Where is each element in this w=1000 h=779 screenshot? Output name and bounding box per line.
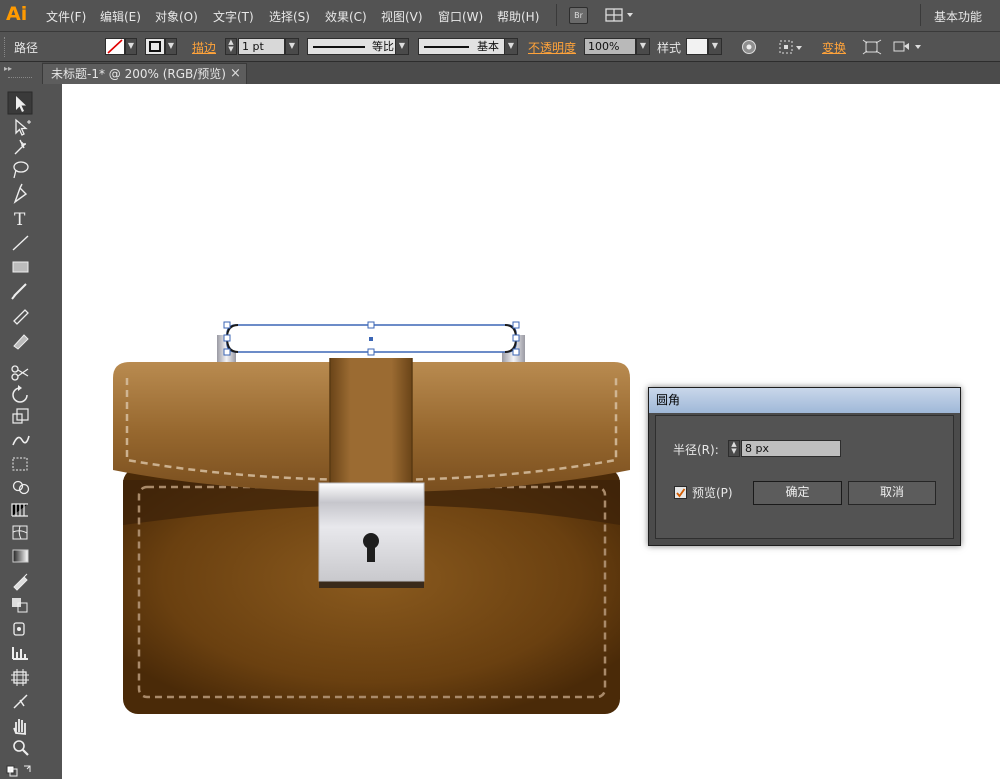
anchor-handle — [512, 321, 520, 329]
radius-label: 半径(R): — [673, 443, 719, 457]
radius-input[interactable]: 8 px — [741, 440, 841, 457]
checkmark-icon — [676, 488, 686, 498]
radius-stepper[interactable]: ▲ ▼ — [728, 440, 740, 457]
preview-label[interactable]: 预览(P) — [692, 484, 733, 501]
anchor-handle — [512, 334, 520, 342]
anchor-handle — [223, 334, 231, 342]
round-corners-dialog: 圆角 半径(R): ▲ ▼ 8 px 预览(P) 确定 取消 — [648, 387, 961, 546]
anchor-handle — [512, 348, 520, 356]
lock-plate — [318, 482, 425, 582]
anchor-handle — [223, 348, 231, 356]
dialog-body: 半径(R): ▲ ▼ 8 px 预览(P) 确定 取消 — [655, 415, 954, 539]
anchor-handle — [367, 348, 375, 356]
anchor-handle — [223, 321, 231, 329]
dialog-title[interactable]: 圆角 — [649, 388, 960, 413]
anchor-handle — [367, 321, 375, 329]
ok-button[interactable]: 确定 — [753, 481, 842, 505]
cancel-button[interactable]: 取消 — [848, 481, 936, 505]
preview-checkbox[interactable] — [674, 486, 687, 499]
center-point — [369, 337, 373, 341]
briefcase-strap — [330, 358, 412, 486]
